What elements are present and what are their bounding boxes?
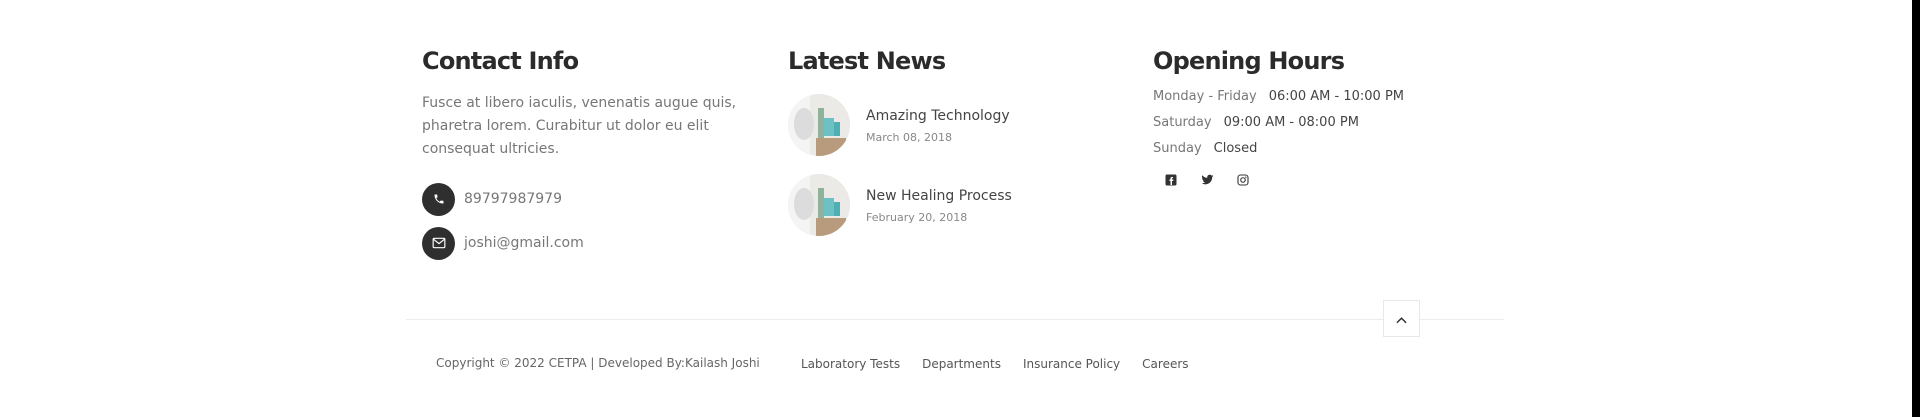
footer-link-careers[interactable]: Careers — [1142, 357, 1188, 371]
latest-news-title: Latest News — [788, 47, 946, 75]
instagram-icon[interactable] — [1235, 172, 1251, 188]
hours-time: Closed — [1213, 141, 1258, 156]
news-item-title[interactable]: Amazing Technology — [866, 107, 1010, 125]
hours-time: 06:00 AM - 10:00 PM — [1268, 89, 1405, 104]
news-item-date: March 08, 2018 — [866, 130, 953, 144]
scroll-to-top-button[interactable] — [1383, 300, 1420, 337]
opening-hours-title: Opening Hours — [1153, 47, 1345, 75]
footer-nav: Laboratory Tests Departments Insurance P… — [801, 357, 1211, 371]
news-item-title[interactable]: New Healing Process — [866, 187, 1012, 205]
footer-link-laboratory-tests[interactable]: Laboratory Tests — [801, 357, 900, 371]
hours-row: Sunday Closed — [1153, 136, 1493, 162]
news-thumbnail[interactable] — [788, 174, 850, 236]
latest-news-section: Latest News Amazing Technology March 08,… — [788, 44, 1118, 236]
copyright-text: Copyright © 2022 CETPA | Developed By:Ka… — [436, 356, 760, 370]
news-item[interactable]: New Healing Process February 20, 2018 — [788, 174, 1118, 236]
social-links — [1163, 172, 1493, 188]
hours-day: Sunday — [1153, 141, 1202, 156]
news-item-date: February 20, 2018 — [866, 210, 968, 224]
facebook-icon[interactable] — [1163, 172, 1179, 188]
news-thumbnail[interactable] — [788, 94, 850, 156]
contact-phone[interactable]: 89797987979 — [464, 191, 562, 207]
footer-divider — [406, 319, 1504, 320]
hours-row: Monday - Friday 06:00 AM - 10:00 PM — [1153, 84, 1493, 110]
hours-day: Saturday — [1153, 115, 1212, 130]
chevron-up-icon — [1396, 309, 1407, 328]
opening-hours-section: Opening Hours Monday - Friday 06:00 AM -… — [1153, 44, 1493, 188]
hours-day: Monday - Friday — [1153, 89, 1257, 104]
phone-icon — [422, 182, 455, 216]
news-item[interactable]: Amazing Technology March 08, 2018 — [788, 94, 1118, 156]
footer-link-departments[interactable]: Departments — [922, 357, 1001, 371]
contact-info-text: Fusce at libero iaculis, venenatis augue… — [422, 95, 737, 157]
envelope-icon — [422, 226, 455, 260]
twitter-icon[interactable] — [1199, 172, 1215, 188]
contact-phone-row: 89797987979 — [422, 182, 752, 216]
hours-row: Saturday 09:00 AM - 08:00 PM — [1153, 110, 1493, 136]
contact-info-section: Contact Info Fusce at libero iaculis, ve… — [422, 44, 752, 260]
hours-time: 09:00 AM - 08:00 PM — [1223, 115, 1359, 130]
footer-link-insurance-policy[interactable]: Insurance Policy — [1023, 357, 1120, 371]
scrollbar-edge — [1912, 0, 1920, 417]
contact-email-row: joshi@gmail.com — [422, 226, 752, 260]
contact-info-title: Contact Info — [422, 47, 579, 75]
contact-email[interactable]: joshi@gmail.com — [464, 235, 584, 251]
